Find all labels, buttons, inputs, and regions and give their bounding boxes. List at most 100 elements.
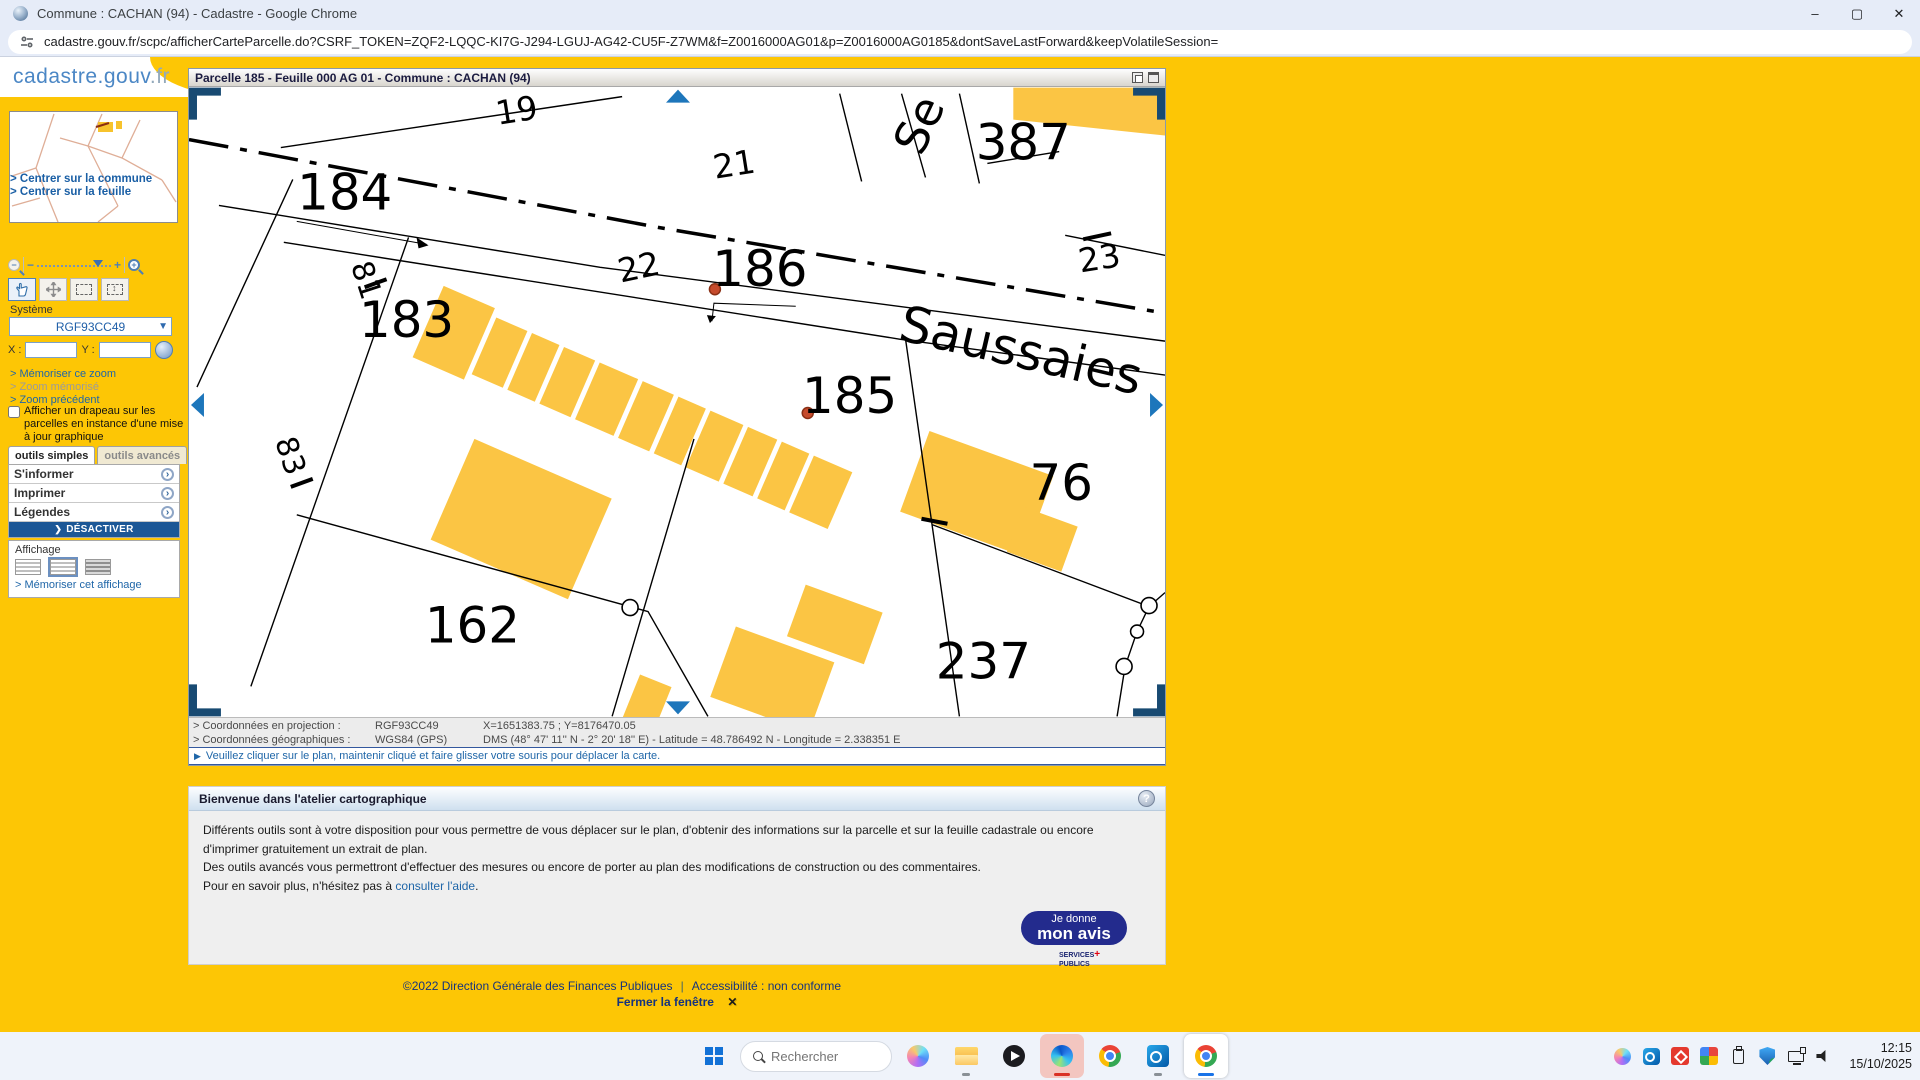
outlook-taskbar-icon[interactable] [1136, 1034, 1180, 1078]
geographic-label: > Coordonnées géographiques : [193, 734, 375, 746]
go-to-coordinates-button[interactable] [155, 341, 173, 359]
display-style-2-selected[interactable] [50, 559, 76, 575]
network-display-tray-icon[interactable] [1785, 1044, 1807, 1068]
usb-device-icon [1733, 1049, 1744, 1064]
help-link[interactable]: consulter l'aide [395, 879, 475, 893]
pan-left-arrow[interactable] [191, 393, 204, 417]
close-window-x-icon[interactable]: ✕ [727, 995, 737, 1009]
menu-item-imprimer[interactable]: Imprimer › [9, 484, 179, 503]
memorized-zoom-link[interactable]: > Zoom mémorisé [10, 381, 99, 393]
copilot-taskbar-icon[interactable] [896, 1034, 940, 1078]
remote-desktop-icon [1671, 1047, 1689, 1065]
running-indicator [962, 1073, 970, 1076]
chrome-active-taskbar-icon[interactable] [1184, 1034, 1228, 1078]
url-text[interactable]: cadastre.gouv.fr/scpc/afficherCarteParce… [44, 34, 1218, 49]
map-label-19: 19 [493, 88, 540, 133]
search-input[interactable] [771, 1049, 871, 1064]
expand-arrow-icon: › [161, 487, 174, 500]
display-label: Affichage [15, 544, 173, 556]
zoom-slider-row: − − + + [8, 256, 182, 274]
welcome-paragraph-2: Des outils avancés vous permettront d'ef… [203, 858, 1151, 877]
zoom-slider[interactable] [37, 265, 111, 267]
volume-icon [1816, 1050, 1828, 1062]
map-label-21: 21 [710, 142, 757, 187]
chrome-taskbar-icon[interactable] [1088, 1034, 1132, 1078]
overview-minimap[interactable] [9, 111, 178, 223]
system-select-value: RGF93CC49 [56, 320, 125, 334]
outlook-tray-icon[interactable] [1640, 1044, 1662, 1068]
accessibility-link[interactable]: Accessibilité : non conforme [692, 979, 841, 993]
taskbar-clock[interactable]: 12:15 15/10/2025 [1849, 1040, 1912, 1073]
taskbar-search[interactable] [740, 1041, 892, 1072]
photos-tray-icon[interactable] [1698, 1044, 1720, 1068]
map-window-titlebar[interactable]: Parcelle 185 - Feuille 000 AG 01 - Commu… [189, 69, 1165, 87]
edge-icon [1051, 1045, 1073, 1067]
cadastre-page: cadastre.gouv.fr > Centrer sur la commun… [0, 57, 1920, 1032]
center-feuille-link[interactable]: > Centrer sur la feuille [10, 186, 131, 198]
zoom-minus[interactable]: − [27, 258, 34, 272]
remote-desktop-tray-icon[interactable] [1669, 1044, 1691, 1068]
map-label-184: 184 [297, 163, 392, 221]
outlook-icon [1643, 1048, 1660, 1065]
maximize-map-icon[interactable] [1148, 72, 1159, 83]
select-rectangle-tool[interactable] [70, 278, 98, 301]
windows-security-tray-icon[interactable] [1756, 1044, 1778, 1068]
display-style-1[interactable] [15, 559, 41, 575]
menu-item-legendes[interactable]: Légendes › [9, 503, 179, 522]
x-input[interactable] [25, 342, 77, 358]
zoom-rectangle-tool[interactable] [101, 278, 129, 301]
browser-titlebar: Commune : CACHAN (94) - Cadastre - Googl… [0, 0, 1920, 27]
tab-outils-avances[interactable]: outils avancés [97, 446, 187, 464]
close-button[interactable]: ✕ [1878, 0, 1920, 27]
site-settings-icon[interactable] [20, 35, 34, 49]
x-label: X : [8, 344, 21, 356]
pan-hand-tool[interactable] [8, 278, 36, 301]
maximize-button[interactable]: ▢ [1836, 0, 1878, 27]
address-bar[interactable]: cadastre.gouv.fr/scpc/afficherCarteParce… [8, 30, 1912, 54]
feedback-button[interactable]: Je donne mon avis [1021, 911, 1127, 945]
deactivate-button[interactable]: DÉSACTIVER [9, 522, 179, 537]
map-label-76: 76 [1029, 454, 1092, 512]
volume-tray-icon[interactable] [1814, 1044, 1836, 1068]
memorize-zoom-link[interactable]: > Mémoriser ce zoom [10, 368, 116, 380]
chrome-active-icon [1195, 1045, 1217, 1067]
edge-taskbar-icon[interactable] [1040, 1034, 1084, 1078]
system-select[interactable]: RGF93CC49 ▼ [9, 317, 172, 336]
menu-item-sinformer[interactable]: S'informer › [9, 465, 179, 484]
zoom-slider-marker[interactable] [93, 260, 103, 267]
center-commune-link[interactable]: > Centrer sur la commune [10, 173, 152, 185]
map-label-237: 237 [936, 632, 1031, 690]
close-window-link[interactable]: Fermer la fenêtre [617, 995, 714, 1009]
file-explorer-taskbar-icon[interactable] [944, 1034, 988, 1078]
zoom-in-magnifier-icon[interactable]: + [128, 259, 140, 271]
map-label-23: 23 [1076, 235, 1123, 280]
page-footer: ©2022 Direction Générale des Finances Pu… [133, 979, 1111, 993]
copilot-tray-icon[interactable] [1611, 1044, 1633, 1068]
survey-points [622, 598, 1157, 675]
browser-toolbar: cadastre.gouv.fr/scpc/afficherCarteParce… [0, 27, 1920, 57]
pan-down-arrow[interactable] [666, 701, 690, 714]
copilot-icon [1614, 1048, 1631, 1065]
cadastral-map[interactable]: 18418318618516223738776192122238183SeSau… [189, 87, 1165, 717]
pan-up-arrow[interactable] [666, 90, 690, 103]
tab-outils-simples[interactable]: outils simples [8, 446, 95, 464]
detach-window-icon[interactable] [1132, 72, 1143, 83]
expand-arrow-icon: › [161, 506, 174, 519]
zoom-out-magnifier-icon[interactable]: − [8, 259, 20, 271]
help-icon[interactable]: ? [1138, 790, 1155, 807]
pan-right-arrow[interactable] [1150, 393, 1163, 417]
media-player-taskbar-icon[interactable] [992, 1034, 1036, 1078]
site-logo[interactable]: cadastre.gouv.fr [13, 65, 170, 89]
flag-checkbox[interactable] [8, 406, 20, 418]
usb-device-tray-icon[interactable] [1727, 1044, 1749, 1068]
display-style-3[interactable] [85, 559, 111, 575]
memorize-display-link[interactable]: > Mémoriser cet affichage [15, 579, 173, 591]
zoom-plus[interactable]: + [114, 258, 121, 272]
clock-time: 12:15 [1849, 1040, 1912, 1056]
move-tool[interactable] [39, 278, 67, 301]
minimize-button[interactable]: – [1794, 0, 1836, 27]
windows-start-button[interactable] [692, 1034, 736, 1078]
y-input[interactable] [99, 342, 151, 358]
projection-value: X=1651383.75 ; Y=8176470.05 [483, 720, 636, 732]
y-label: Y : [81, 344, 94, 356]
